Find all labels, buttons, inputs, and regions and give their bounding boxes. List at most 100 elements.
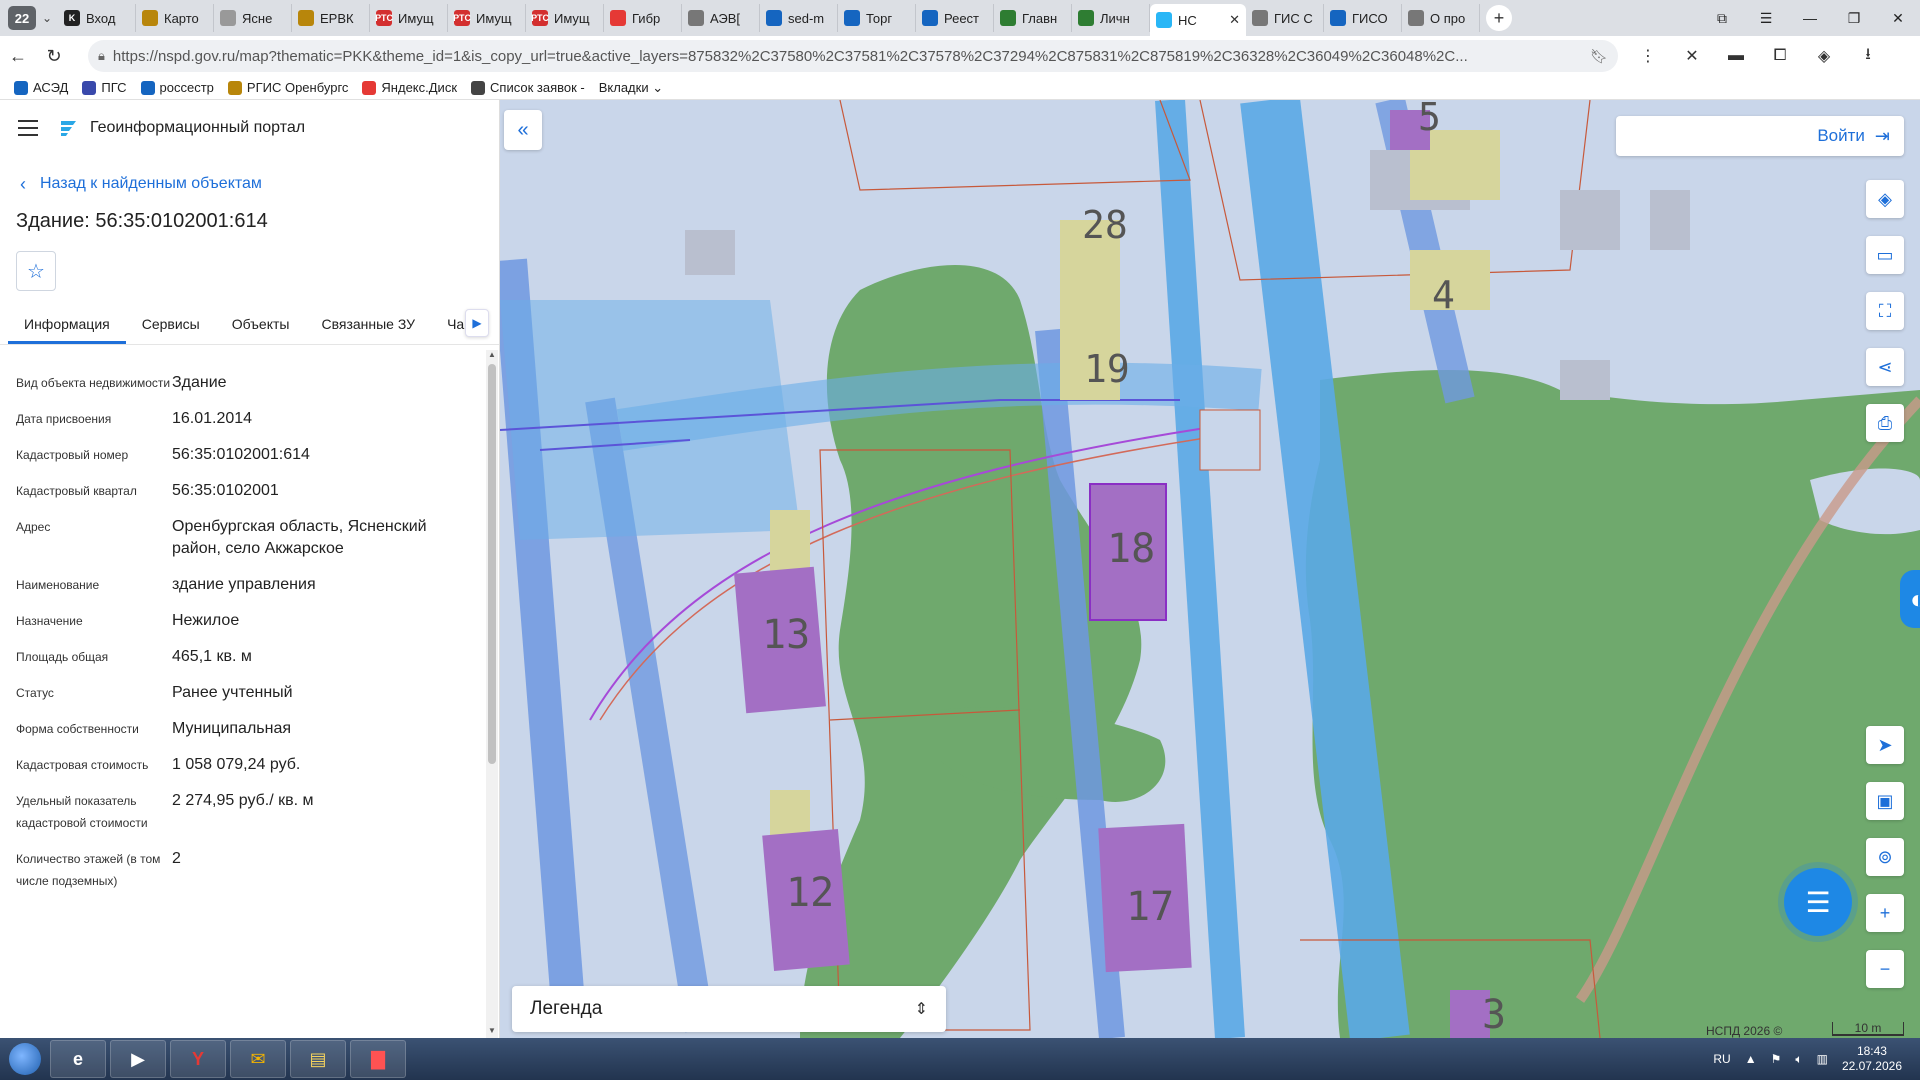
bookmark-item[interactable]: россестр	[140, 80, 214, 95]
field-value[interactable]: 2	[172, 848, 472, 892]
clock[interactable]: 18:43 22.07.2026	[1842, 1044, 1902, 1074]
taskbar-yandex[interactable]: Y	[170, 1040, 226, 1078]
legend-bar[interactable]: Легенда ⇕	[512, 986, 946, 1032]
new-tab-button[interactable]: +	[1486, 5, 1512, 31]
collections-icon[interactable]: ⧉	[1700, 0, 1744, 36]
extension-hat-icon[interactable]: ▬	[1714, 38, 1758, 74]
menu-icon[interactable]: ☰	[1744, 0, 1788, 36]
browser-tab[interactable]: K Вход	[58, 4, 136, 32]
browser-tab[interactable]: РТС Имущ	[526, 4, 604, 32]
search-location-button[interactable]: ⊚	[1866, 838, 1904, 876]
volume-icon[interactable]: 🔈︎	[1795, 1052, 1802, 1067]
field-value[interactable]: Нежилое	[172, 610, 472, 632]
bookmark-item[interactable]: Вкладки ⌄	[599, 80, 663, 96]
more-vert-icon[interactable]: ⋮	[1626, 38, 1670, 74]
bookmark-item[interactable]: АСЭД	[14, 80, 68, 95]
browser-tab[interactable]: РТС Имущ	[370, 4, 448, 32]
taskbar-outlook[interactable]: ✉	[230, 1040, 286, 1078]
browser-tab[interactable]: ГИСО	[1324, 4, 1402, 32]
info-scrollbar[interactable]: ▲ ▼	[486, 350, 498, 1038]
field-value[interactable]: 2 274,95 руб./ кв. м	[172, 790, 472, 834]
field-value[interactable]: 465,1 кв. м	[172, 646, 472, 668]
field-value[interactable]: 1 058 079,24 руб.	[172, 754, 472, 776]
browser-tab[interactable]: Главн	[994, 4, 1072, 32]
browser-tab[interactable]: НС ✕	[1150, 4, 1246, 36]
zoom-in-button[interactable]: +	[1866, 894, 1904, 932]
expand-collapse-icon[interactable]: ⇕	[915, 999, 928, 1019]
extension-k-icon[interactable]: ✕	[1670, 38, 1714, 74]
browser-tab[interactable]: АЭВ[	[682, 4, 760, 32]
taskbar-explorer[interactable]: ▤	[290, 1040, 346, 1078]
scroll-down-icon[interactable]: ▼	[486, 1026, 498, 1038]
map-canvas[interactable]: 28 19 5 4 18 13 12 17 3	[500, 100, 1920, 1038]
select-area-button[interactable]: ⛶	[1866, 292, 1904, 330]
browser-tab[interactable]: Личн	[1072, 4, 1150, 32]
minimap-button[interactable]: ▣	[1866, 782, 1904, 820]
field-value[interactable]: 56:35:0102001	[172, 480, 472, 502]
browser-tab[interactable]: Карто	[136, 4, 214, 32]
bookmark-item[interactable]: Яндекс.Диск	[362, 80, 457, 95]
info-tab[interactable]: Сервисы	[126, 316, 216, 344]
browser-tab[interactable]: РТС Имущ	[448, 4, 526, 32]
taskbar-media[interactable]: ▶	[110, 1040, 166, 1078]
minimize-icon[interactable]: —	[1788, 0, 1832, 36]
locate-button[interactable]: ➤	[1866, 726, 1904, 764]
field-value[interactable]: 16.01.2014	[172, 408, 472, 430]
back-to-results-link[interactable]: ‹ Назад к найденным объектам	[0, 164, 499, 204]
extension-shield-icon[interactable]: ◈	[1802, 38, 1846, 74]
browser-tab[interactable]: ЕРВК	[292, 4, 370, 32]
extension-puzzle-icon[interactable]: ⧠	[1758, 38, 1802, 74]
favorite-star-button[interactable]: ☆	[16, 251, 56, 291]
flag-icon[interactable]: ⚑	[1771, 1052, 1782, 1066]
scroll-up-icon[interactable]: ▲	[486, 350, 498, 362]
info-tab[interactable]: Связанные ЗУ	[305, 316, 431, 344]
taskbar-pdf[interactable]: ▇	[350, 1040, 406, 1078]
field-value[interactable]: Муниципальная	[172, 718, 472, 740]
browser-tab[interactable]: Реест	[916, 4, 994, 32]
browser-tab[interactable]: ГИС С	[1246, 4, 1324, 32]
browser-tab[interactable]: Гибр	[604, 4, 682, 32]
measure-button[interactable]: ▭	[1866, 236, 1904, 274]
close-tab-icon[interactable]: ✕	[1229, 12, 1240, 28]
browser-tab[interactable]: О про	[1402, 4, 1480, 32]
chat-button[interactable]: ☰	[1784, 868, 1852, 936]
field-value[interactable]: Оренбургская область, Ясненский район, с…	[172, 516, 472, 560]
portal-title[interactable]: Геоинформационный портал	[90, 119, 305, 137]
tab-counter[interactable]: 22	[8, 6, 36, 30]
zoom-out-button[interactable]: −	[1866, 950, 1904, 988]
hamburger-menu-icon[interactable]	[18, 120, 38, 136]
print-button[interactable]: ⎙	[1866, 404, 1904, 442]
field-value[interactable]: здание управления	[172, 574, 472, 596]
reload-icon[interactable]: ↻	[36, 38, 72, 74]
browser-tab[interactable]: sed-m	[760, 4, 838, 32]
collapse-panel-button[interactable]: «	[504, 110, 542, 150]
restore-icon[interactable]: ❐	[1832, 0, 1876, 36]
close-window-icon[interactable]: ✕	[1876, 0, 1920, 36]
taskbar-ie[interactable]: e	[50, 1040, 106, 1078]
field-value[interactable]: 56:35:0102001:614	[172, 444, 472, 466]
bookmark-item[interactable]: РГИС Оренбургс	[227, 80, 348, 95]
bookmark-item[interactable]: Список заявок -	[471, 80, 585, 95]
layers-button[interactable]: ◈	[1866, 180, 1904, 218]
url-field[interactable]: 🔒︎ https://nspd.gov.ru/map?thematic=PKK&…	[88, 40, 1618, 72]
field-value[interactable]: Ранее учтенный	[172, 682, 472, 704]
login-button[interactable]: Войти ⇥	[1616, 116, 1904, 156]
info-tab[interactable]: Объекты	[216, 316, 306, 344]
browser-tab[interactable]: Торг	[838, 4, 916, 32]
start-button[interactable]	[0, 1038, 50, 1080]
info-tab[interactable]: Информация	[8, 316, 126, 344]
tray-arrow-icon[interactable]: ▲	[1745, 1052, 1757, 1066]
assistant-button[interactable]: ◐	[1900, 570, 1920, 628]
scrollbar-thumb[interactable]	[488, 364, 496, 764]
tabs-scroll-right-icon[interactable]: ▶	[465, 309, 489, 337]
downloads-icon[interactable]: ⭳	[1846, 38, 1890, 74]
bookmark-item[interactable]: ПГС	[82, 80, 127, 95]
lock-icon[interactable]: 🔒︎	[98, 48, 105, 64]
back-arrow-icon[interactable]: ←	[0, 38, 36, 74]
network-icon[interactable]: ▥	[1817, 1052, 1828, 1066]
language-indicator[interactable]: RU	[1713, 1052, 1730, 1066]
share-button[interactable]: ⋖	[1866, 348, 1904, 386]
browser-tab[interactable]: Ясне	[214, 4, 292, 32]
field-value[interactable]: Здание	[172, 372, 472, 394]
bookmark-icon[interactable]: 🔖︎	[1590, 48, 1608, 65]
